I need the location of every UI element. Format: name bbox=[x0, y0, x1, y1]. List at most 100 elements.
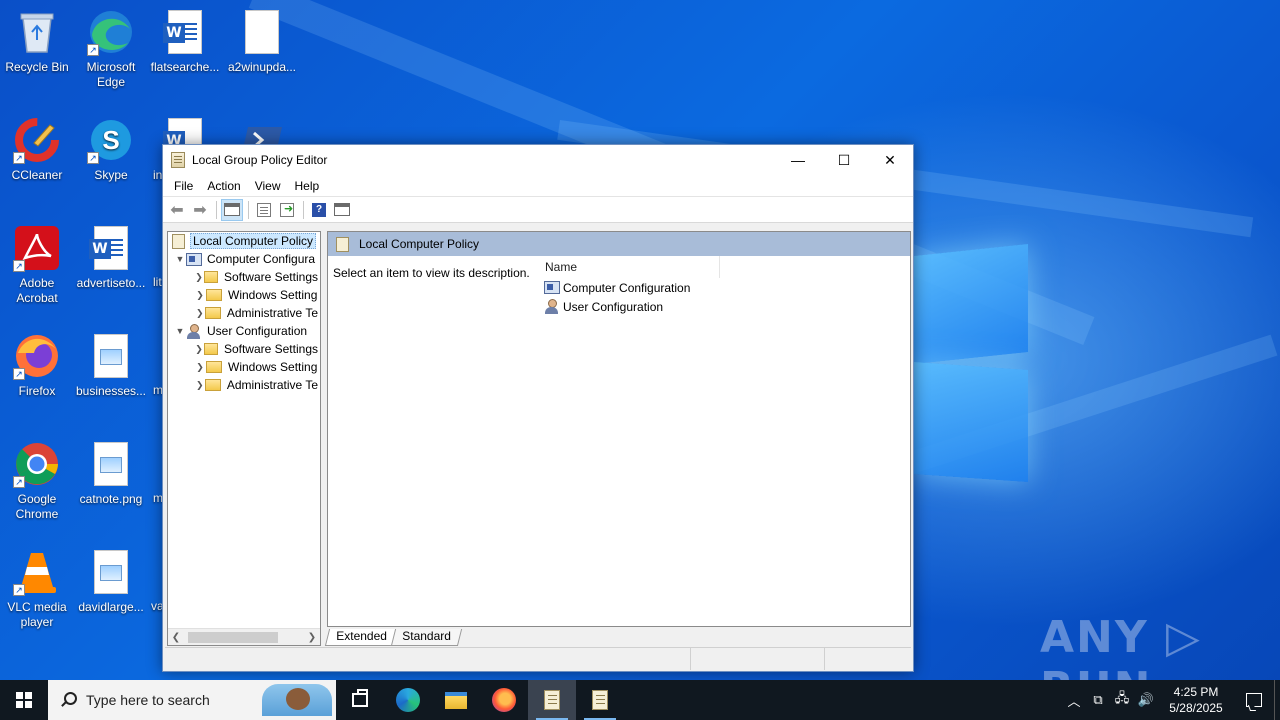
window-controls: — ☐ ✕ bbox=[775, 145, 913, 175]
network-icon[interactable]: 🖧 bbox=[1110, 689, 1134, 711]
desktop-icon-microsoft-edge[interactable]: ↗ Microsoft Edge bbox=[73, 8, 149, 90]
shortcut-arrow-icon: ↗ bbox=[13, 260, 25, 272]
edge-icon bbox=[396, 688, 420, 712]
word-doc-icon: W bbox=[87, 224, 135, 272]
minimize-button[interactable]: — bbox=[775, 145, 821, 175]
column-header-name[interactable]: Name bbox=[540, 256, 720, 278]
task-view-button[interactable] bbox=[336, 680, 384, 720]
show-desktop-button[interactable] bbox=[1274, 680, 1280, 720]
tree-item-label: Software Settings bbox=[223, 342, 318, 356]
console-tree-button[interactable] bbox=[331, 199, 353, 221]
tab-standard[interactable]: Standard bbox=[390, 629, 462, 646]
taskbar-file-explorer[interactable] bbox=[432, 680, 480, 720]
list-item-user-configuration[interactable]: User Configuration bbox=[540, 297, 900, 316]
maximize-button[interactable]: ☐ bbox=[821, 145, 867, 175]
folder-icon bbox=[206, 361, 222, 373]
tab-extended[interactable]: Extended bbox=[324, 629, 398, 646]
back-button[interactable]: ⬅ bbox=[166, 199, 188, 221]
list-item-computer-configuration[interactable]: Computer Configuration bbox=[540, 278, 900, 297]
desktop-icon-flatsearche[interactable]: W flatsearche... bbox=[147, 8, 223, 75]
collapse-chevron-icon[interactable]: ▼ bbox=[174, 326, 186, 336]
tree-item-local-computer-policy[interactable]: Local Computer Policy bbox=[168, 232, 320, 250]
desktop-icon-label: catnote.png bbox=[79, 492, 143, 506]
expand-chevron-icon[interactable]: ❯ bbox=[194, 362, 206, 373]
clock[interactable]: 4:25 PM 5/28/2025 bbox=[1158, 684, 1234, 716]
windows-logo-pane bbox=[914, 362, 1028, 482]
toolbar: ⬅ ➡ ? bbox=[163, 197, 913, 223]
desktop-icon-catnote[interactable]: catnote.png bbox=[73, 440, 149, 507]
status-cell bbox=[165, 648, 691, 670]
tree-item-user-configuration[interactable]: ▼ User Configuration bbox=[168, 322, 320, 340]
desktop-icon-label: Skype bbox=[94, 168, 128, 182]
chevron-up-icon[interactable]: ︿ bbox=[1062, 691, 1086, 710]
tab-label: Standard bbox=[401, 629, 451, 643]
taskbar-gpedit-active[interactable] bbox=[528, 680, 576, 720]
desktop-icon-label: a2winupda... bbox=[227, 60, 297, 74]
menu-help[interactable]: Help bbox=[288, 179, 327, 193]
desktop-icon-vlc[interactable]: ↗ VLC media player bbox=[0, 548, 75, 630]
expand-chevron-icon[interactable]: ❯ bbox=[194, 380, 205, 391]
export-list-button[interactable] bbox=[276, 199, 298, 221]
tree-item-computer-configuration[interactable]: ▼ Computer Configura bbox=[168, 250, 320, 268]
meet-now-icon[interactable]: ⧉ bbox=[1086, 692, 1110, 708]
tree-horizontal-scrollbar[interactable]: ❮ ❯ bbox=[168, 628, 320, 645]
notification-center-button[interactable] bbox=[1234, 680, 1274, 720]
desktop-icon-businesses[interactable]: businesses... bbox=[73, 332, 149, 399]
title-bar[interactable]: Local Group Policy Editor — ☐ ✕ bbox=[163, 145, 913, 175]
desktop-icon-recycle-bin[interactable]: Recycle Bin bbox=[0, 8, 75, 75]
help-icon: ? bbox=[312, 202, 326, 217]
description-text: Select an item to view its description. bbox=[333, 266, 530, 280]
help-button[interactable]: ? bbox=[308, 199, 330, 221]
desktop-icon-firefox[interactable]: ↗ Firefox bbox=[0, 332, 75, 399]
search-placeholder: Type here to search bbox=[86, 692, 210, 708]
menu-action[interactable]: Action bbox=[200, 179, 247, 193]
desktop-icon-label: lit bbox=[153, 275, 162, 289]
details-header-title: Local Computer Policy bbox=[359, 237, 480, 251]
expand-chevron-icon[interactable]: ❯ bbox=[194, 290, 206, 301]
tree-item-software-settings[interactable]: ❯ Software Settings bbox=[168, 268, 320, 286]
vlc-icon: ↗ bbox=[13, 548, 61, 596]
details-header: Local Computer Policy bbox=[328, 232, 910, 256]
shortcut-arrow-icon: ↗ bbox=[87, 152, 99, 164]
start-button[interactable] bbox=[0, 680, 48, 720]
desktop-icon-google-chrome[interactable]: ↗ Google Chrome bbox=[0, 440, 75, 522]
tree-item-administrative-templates[interactable]: ❯ Administrative Te bbox=[168, 304, 320, 322]
tree-item-label: Windows Setting bbox=[228, 360, 318, 374]
tree-item-software-settings[interactable]: ❯ Software Settings bbox=[168, 340, 320, 358]
desktop-icon-davidlarge[interactable]: davidlarge... bbox=[73, 548, 149, 615]
expand-chevron-icon[interactable]: ❯ bbox=[194, 272, 204, 283]
scrollbar-thumb[interactable] bbox=[188, 632, 278, 643]
menu-view[interactable]: View bbox=[248, 179, 288, 193]
tree-item-windows-settings[interactable]: ❯ Windows Setting bbox=[168, 286, 320, 304]
scroll-right-icon[interactable]: ❯ bbox=[304, 629, 320, 645]
console-tree[interactable]: Local Computer Policy ▼ Computer Configu… bbox=[167, 231, 321, 646]
taskbar-firefox[interactable] bbox=[480, 680, 528, 720]
tree-item-label: Administrative Te bbox=[226, 306, 318, 320]
desktop-icon-ccleaner[interactable]: ↗ CCleaner bbox=[0, 116, 75, 183]
tree-item-administrative-templates[interactable]: ❯ Administrative Te bbox=[168, 376, 320, 394]
taskbar-gpedit[interactable] bbox=[576, 680, 624, 720]
expand-chevron-icon[interactable]: ❯ bbox=[194, 344, 204, 355]
desktop-icon-advertiseto[interactable]: W advertiseto... bbox=[73, 224, 149, 291]
image-file-icon bbox=[87, 332, 135, 380]
items-list[interactable]: Name Computer Configuration User Configu… bbox=[540, 256, 900, 616]
export-list-icon bbox=[280, 202, 294, 217]
desktop-icon-a2winupda[interactable]: a2winupda... bbox=[224, 8, 300, 75]
scroll-left-icon[interactable]: ❮ bbox=[168, 629, 184, 645]
menu-file[interactable]: File bbox=[167, 179, 200, 193]
desktop-icon-skype[interactable]: S ↗ Skype bbox=[73, 116, 149, 183]
group-policy-editor-window[interactable]: Local Group Policy Editor — ☐ ✕ File Act… bbox=[162, 144, 914, 672]
desktop-icon-adobe-acrobat[interactable]: ↗ Adobe Acrobat bbox=[0, 224, 75, 306]
close-button[interactable]: ✕ bbox=[867, 145, 913, 175]
expand-chevron-icon[interactable]: ❯ bbox=[194, 308, 205, 319]
taskbar-edge[interactable] bbox=[384, 680, 432, 720]
show-hide-tree-button[interactable] bbox=[221, 198, 243, 221]
show-hide-tree-icon bbox=[224, 203, 240, 216]
forward-button[interactable]: ➡ bbox=[189, 199, 211, 221]
volume-icon[interactable]: 🔊 bbox=[1134, 692, 1158, 708]
collapse-chevron-icon[interactable]: ▼ bbox=[174, 254, 186, 264]
properties-button[interactable] bbox=[253, 199, 275, 221]
taskbar-search[interactable]: Type here to search bbox=[48, 680, 336, 720]
folder-icon bbox=[205, 379, 221, 391]
tree-item-windows-settings[interactable]: ❯ Windows Setting bbox=[168, 358, 320, 376]
